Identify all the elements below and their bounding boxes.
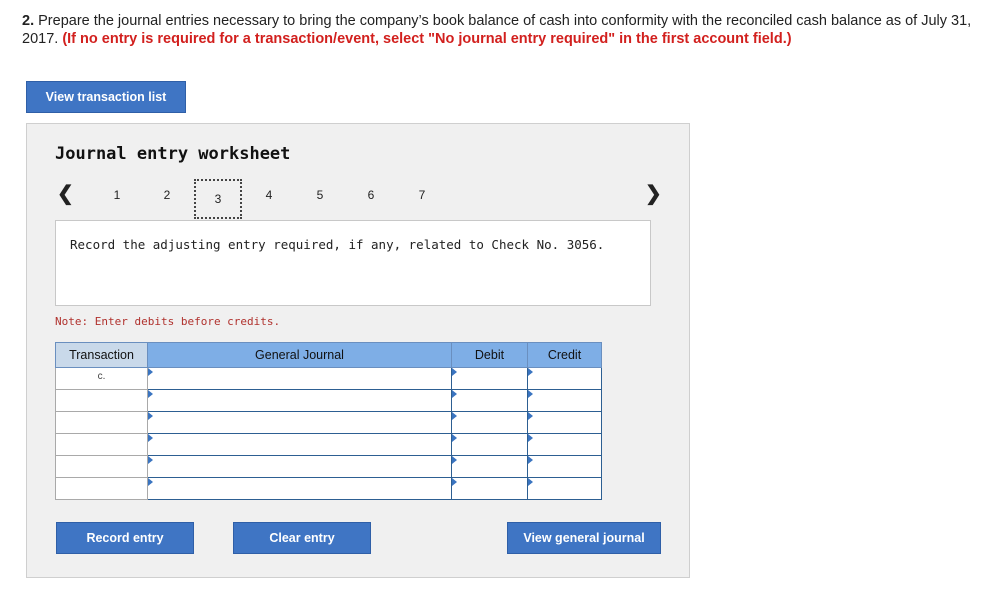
debit-input[interactable] — [451, 411, 528, 434]
debit-input[interactable] — [451, 367, 528, 390]
debit-input[interactable] — [451, 433, 528, 456]
record-entry-button[interactable]: Record entry — [56, 522, 194, 554]
note-text: Note: Enter debits before credits. — [55, 315, 281, 328]
credit-input[interactable] — [527, 433, 602, 456]
credit-input[interactable] — [527, 455, 602, 478]
transaction-cell — [55, 433, 148, 456]
step-tab-7[interactable]: 7 — [414, 188, 430, 202]
debit-input[interactable] — [451, 389, 528, 412]
account-input[interactable] — [147, 433, 452, 456]
step-tab-6[interactable]: 6 — [363, 188, 379, 202]
step-tab-5[interactable]: 5 — [312, 188, 328, 202]
journal-table: Transaction General Journal Debit Credit… — [55, 342, 602, 500]
table-row — [55, 411, 602, 434]
debit-input[interactable] — [451, 455, 528, 478]
debit-input[interactable] — [451, 477, 528, 500]
table-row — [55, 455, 602, 478]
chevron-left-icon[interactable]: ❮ — [57, 184, 74, 204]
account-input[interactable] — [147, 477, 452, 500]
chevron-right-icon[interactable]: ❯ — [645, 184, 662, 204]
step-tab-3[interactable]: 3 — [194, 179, 242, 219]
table-row — [55, 389, 602, 412]
account-input[interactable] — [147, 455, 452, 478]
account-input[interactable] — [147, 411, 452, 434]
view-transaction-list-button[interactable]: View transaction list — [26, 81, 186, 113]
clear-entry-button[interactable]: Clear entry — [233, 522, 371, 554]
prompt-box: Record the adjusting entry required, if … — [55, 220, 651, 306]
transaction-cell — [55, 411, 148, 434]
view-general-journal-button[interactable]: View general journal — [507, 522, 661, 554]
account-input[interactable] — [147, 367, 452, 390]
table-row — [55, 477, 602, 500]
prompt-text: Record the adjusting entry required, if … — [70, 237, 605, 252]
question-text: 2. Prepare the journal entries necessary… — [22, 12, 982, 48]
question-number: 2. — [22, 13, 35, 29]
credit-input[interactable] — [527, 367, 602, 390]
transaction-cell — [55, 389, 148, 412]
header-general-journal: General Journal — [147, 342, 452, 368]
journal-entry-worksheet-panel: Journal entry worksheet ❮ 1 2 3 4 5 6 7 … — [26, 123, 690, 578]
credit-input[interactable] — [527, 389, 602, 412]
account-input[interactable] — [147, 389, 452, 412]
table-row — [55, 433, 602, 456]
header-credit: Credit — [527, 342, 602, 368]
header-debit: Debit — [451, 342, 528, 368]
table-row: c. — [55, 367, 602, 390]
credit-input[interactable] — [527, 411, 602, 434]
header-transaction: Transaction — [55, 342, 148, 368]
step-tab-1[interactable]: 1 — [109, 188, 125, 202]
question-instruction: (If no entry is required for a transacti… — [62, 31, 792, 47]
step-tab-2[interactable]: 2 — [159, 188, 175, 202]
step-tab-4[interactable]: 4 — [261, 188, 277, 202]
transaction-cell — [55, 455, 148, 478]
transaction-cell: c. — [55, 367, 148, 390]
worksheet-title: Journal entry worksheet — [55, 144, 291, 164]
transaction-cell — [55, 477, 148, 500]
credit-input[interactable] — [527, 477, 602, 500]
